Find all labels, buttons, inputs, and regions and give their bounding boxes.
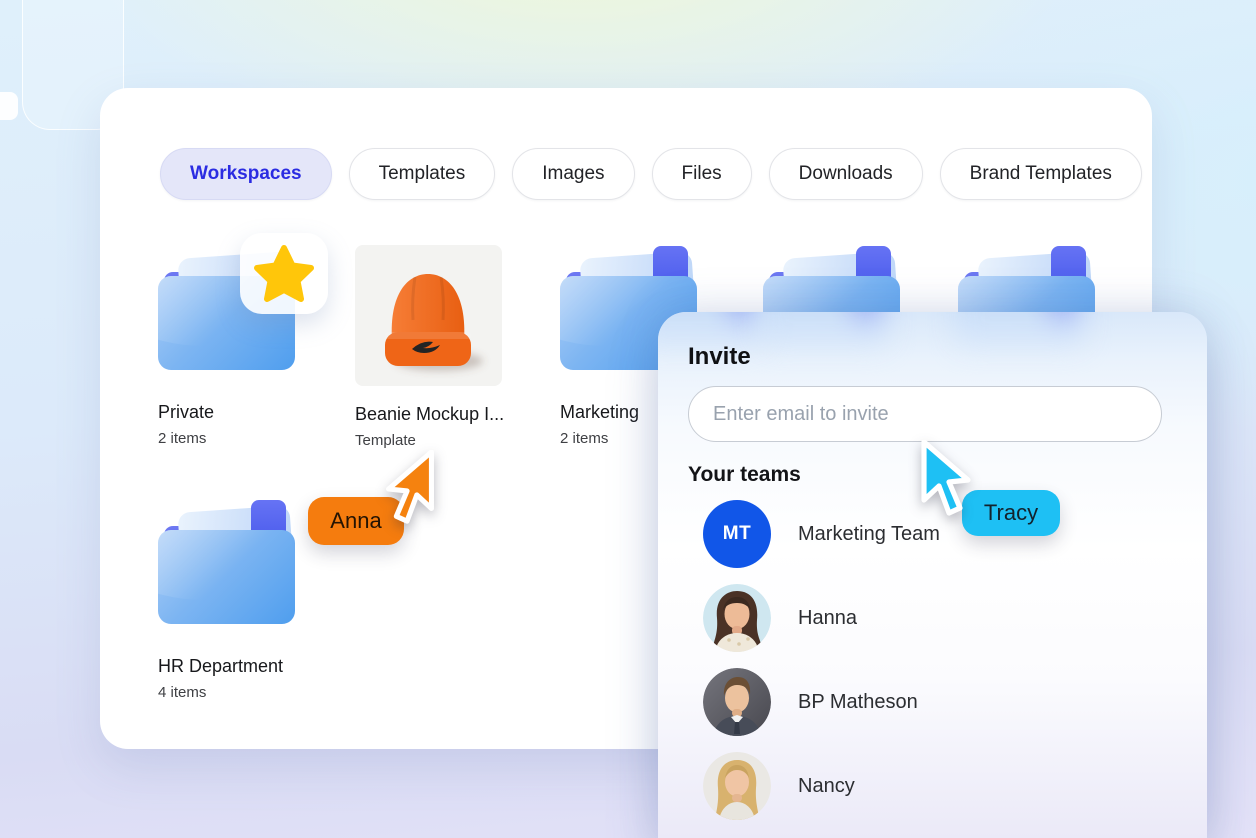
teams-list: MT Marketing Team Hanna BP Matheson Nanc… (658, 500, 1207, 836)
team-initials: MT (722, 523, 752, 544)
template-tile-beanie[interactable]: Beanie Mockup I... Template (355, 245, 505, 449)
cursor-arrow-icon (921, 439, 971, 516)
beanie-mockup-graphic (385, 274, 483, 371)
invite-panel: Invite Your teams MT Marketing Team (658, 312, 1207, 838)
folder-tile-hr-department[interactable]: HR Department 4 items (158, 500, 308, 701)
folder-tile-private[interactable]: Private 2 items (158, 233, 328, 447)
tab-workspaces[interactable]: Workspaces (160, 148, 332, 200)
cursor-arrow-icon (386, 449, 434, 524)
member-name: BP Matheson (798, 690, 918, 713)
star-icon (254, 244, 314, 302)
template-name: Beanie Mockup I... (355, 404, 505, 424)
team-name: Marketing Team (798, 522, 940, 545)
collaborator-cursor-tracy (918, 439, 974, 525)
folder-meta: 4 items (158, 684, 207, 701)
screen: Workspaces Templates Images Files Downlo… (0, 0, 1256, 838)
category-tabs: Workspaces Templates Images Files Downlo… (160, 148, 1142, 200)
folder-name: HR Department (158, 656, 284, 676)
member-name: Hanna (798, 606, 857, 629)
member-name: Nancy (798, 774, 855, 797)
folder-meta: 2 items (158, 430, 207, 447)
member-row-bp-matheson[interactable]: BP Matheson (658, 668, 1207, 736)
folder-icon (158, 233, 328, 378)
glass-blur-smudge (954, 312, 1086, 348)
tab-templates[interactable]: Templates (348, 148, 496, 200)
beanie-image (355, 245, 502, 386)
favorite-star-badge (240, 233, 328, 314)
member-row-hanna[interactable]: Hanna (658, 584, 1207, 652)
invite-email-input[interactable] (688, 386, 1162, 442)
tab-files[interactable]: Files (651, 148, 752, 200)
template-meta: Template (355, 432, 416, 449)
marketing-team-avatar: MT (703, 500, 771, 568)
collaborator-cursor-anna (382, 449, 438, 533)
collaborator-label-tracy: Tracy (962, 490, 1060, 536)
tab-downloads[interactable]: Downloads (768, 148, 923, 200)
folder-icon (158, 500, 295, 632)
folder-name: Private (158, 402, 215, 422)
tab-images[interactable]: Images (512, 148, 635, 200)
nancy-avatar (703, 752, 771, 820)
glass-blur-smudge (758, 312, 890, 348)
tab-brand-templates[interactable]: Brand Templates (939, 148, 1142, 200)
bp-matheson-avatar (703, 668, 771, 736)
background-left-notch (0, 92, 18, 120)
hanna-avatar (703, 584, 771, 652)
member-row-nancy[interactable]: Nancy (658, 752, 1207, 820)
your-teams-heading: Your teams (688, 463, 801, 486)
invite-title: Invite (688, 343, 751, 370)
